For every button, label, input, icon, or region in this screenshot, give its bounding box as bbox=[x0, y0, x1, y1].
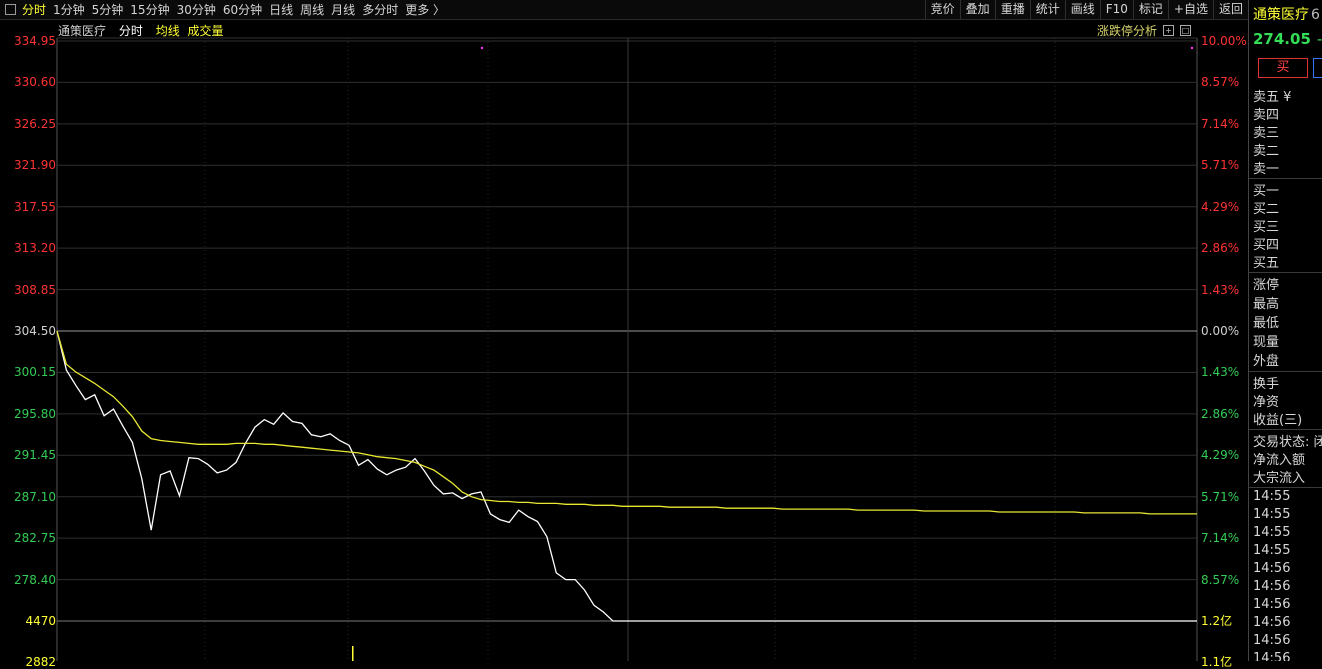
volume-label[interactable]: 成交量 bbox=[188, 24, 224, 38]
collapse-icon[interactable]: □ bbox=[1180, 25, 1192, 36]
trade-time: 14:55 bbox=[1253, 507, 1291, 522]
trade-time: 14:56 bbox=[1253, 597, 1291, 612]
percent-axis-label: 4.29% bbox=[1201, 448, 1240, 463]
bid-level: 买五 bbox=[1253, 256, 1280, 271]
ask-level: 卖四 bbox=[1253, 108, 1280, 123]
stat-row: 外盘 bbox=[1253, 354, 1280, 369]
percent-axis-label: 1.2亿 bbox=[1201, 614, 1233, 629]
trade-time: 14:55 bbox=[1253, 525, 1291, 540]
panel-divider bbox=[1249, 371, 1322, 372]
stat-row: 换手 bbox=[1253, 377, 1280, 392]
volume-bar bbox=[352, 646, 354, 661]
ask-level: 卖一 bbox=[1253, 162, 1280, 177]
price-line bbox=[56, 330, 1197, 622]
limit-analysis[interactable]: 涨跌停分析 + □ bbox=[1097, 22, 1192, 39]
chart-mode-label[interactable]: 分时 bbox=[119, 24, 143, 38]
price-value: 274.05 bbox=[1253, 30, 1311, 48]
ask-level: 卖三 bbox=[1253, 126, 1280, 141]
trade-time: 14:55 bbox=[1253, 543, 1291, 558]
panel-divider bbox=[1249, 272, 1322, 273]
price-axis-label: 278.40 bbox=[14, 572, 56, 587]
trade-time: 14:56 bbox=[1253, 651, 1291, 661]
price-axis-label: 300.15 bbox=[14, 365, 56, 380]
percent-axis-label: 1.1亿 bbox=[1201, 655, 1233, 669]
percent-axis-label: 8.57% bbox=[1201, 572, 1240, 587]
stat-row: 净资 bbox=[1253, 395, 1280, 410]
stat-row: 最低 bbox=[1253, 316, 1280, 331]
stat-row: 现量 bbox=[1253, 335, 1280, 350]
flow-row: 交易状态: 闭 bbox=[1253, 435, 1322, 450]
percent-axis-label: 1.43% bbox=[1201, 282, 1240, 297]
stat-row: 最高 bbox=[1253, 297, 1280, 312]
average-line bbox=[56, 330, 1197, 515]
percent-axis-label: 8.57% bbox=[1201, 75, 1240, 90]
flow-row: 大宗流入 bbox=[1253, 471, 1306, 486]
intraday-chart bbox=[56, 37, 1198, 661]
panel-stock-name: 通策医疗 6 bbox=[1253, 4, 1320, 24]
stat-row: 涨停 bbox=[1253, 278, 1280, 293]
ask-level: 卖二 bbox=[1253, 144, 1280, 159]
buy-button[interactable]: 买 bbox=[1258, 58, 1308, 78]
bid-level: 买一 bbox=[1253, 184, 1280, 199]
price-axis-label: 326.25 bbox=[14, 116, 56, 131]
stock-name-text: 通策医疗 bbox=[1253, 7, 1309, 23]
bid-level: 买四 bbox=[1253, 238, 1280, 253]
percent-axis-label: 2.86% bbox=[1201, 241, 1240, 256]
stat-row: 收益(三) bbox=[1253, 413, 1303, 428]
chart-stock-name: 通策医疗 bbox=[58, 24, 107, 38]
flow-row: 净流入额 bbox=[1253, 453, 1306, 468]
bid-level: 买二 bbox=[1253, 202, 1280, 217]
limit-analysis-label[interactable]: 涨跌停分析 bbox=[1097, 22, 1157, 39]
price-axis-label: 291.45 bbox=[14, 448, 56, 463]
price-axis-label: 287.10 bbox=[14, 489, 56, 504]
percent-axis-label: 1.43% bbox=[1201, 365, 1240, 380]
price-axis-label: 317.55 bbox=[14, 199, 56, 214]
price-change: - bbox=[1316, 30, 1322, 48]
price-axis-label: 295.80 bbox=[14, 406, 56, 421]
trade-time: 14:56 bbox=[1253, 579, 1291, 594]
panel-divider bbox=[1249, 178, 1322, 179]
limit-marker bbox=[480, 46, 484, 50]
percent-axis-label: 0.00% bbox=[1201, 324, 1240, 338]
price-axis-label: 334.95 bbox=[14, 34, 56, 48]
current-price: 274.05- bbox=[1253, 30, 1322, 48]
percent-axis-label: 5.71% bbox=[1201, 158, 1240, 173]
trade-time: 14:55 bbox=[1253, 489, 1291, 504]
expand-icon[interactable]: + bbox=[1163, 25, 1175, 36]
stock-code: 6 bbox=[1311, 7, 1320, 23]
limit-marker bbox=[1190, 46, 1194, 50]
chart-header: 通策医疗 分时 均线 成交量 bbox=[58, 22, 233, 39]
trade-time: 14:56 bbox=[1253, 615, 1291, 630]
avg-line-label[interactable]: 均线 bbox=[156, 24, 180, 38]
percent-axis-label: 2.86% bbox=[1201, 406, 1240, 421]
price-axis-label: 2882 bbox=[25, 655, 56, 669]
price-axis-label: 282.75 bbox=[14, 531, 56, 546]
percent-axis-label: 10.00% bbox=[1201, 34, 1247, 48]
panel-divider bbox=[1249, 487, 1322, 488]
price-axis-label: 321.90 bbox=[14, 158, 56, 173]
panel-divider bbox=[1249, 429, 1322, 430]
price-axis-label: 330.60 bbox=[14, 75, 56, 90]
percent-axis-label: 5.71% bbox=[1201, 489, 1240, 504]
sell-button[interactable] bbox=[1313, 58, 1322, 78]
price-axis-label: 313.20 bbox=[14, 241, 56, 256]
bid-level: 买三 bbox=[1253, 220, 1280, 235]
percent-axis-label: 7.14% bbox=[1201, 531, 1240, 546]
trade-time: 14:56 bbox=[1253, 633, 1291, 648]
price-axis-label: 308.85 bbox=[14, 282, 56, 297]
price-axis-label: 4470 bbox=[25, 614, 56, 629]
trade-time: 14:56 bbox=[1253, 561, 1291, 576]
quote-panel: 通策医疗 6 274.05- 买 卖五 ¥ 卖四卖三卖二卖一买一买二买三买四买五涨停… bbox=[1248, 0, 1322, 661]
ask-level: 卖五 ¥ bbox=[1253, 90, 1292, 105]
price-axis-label: 304.50 bbox=[14, 324, 56, 338]
percent-axis-label: 7.14% bbox=[1201, 116, 1240, 131]
percent-axis-label: 4.29% bbox=[1201, 199, 1240, 214]
